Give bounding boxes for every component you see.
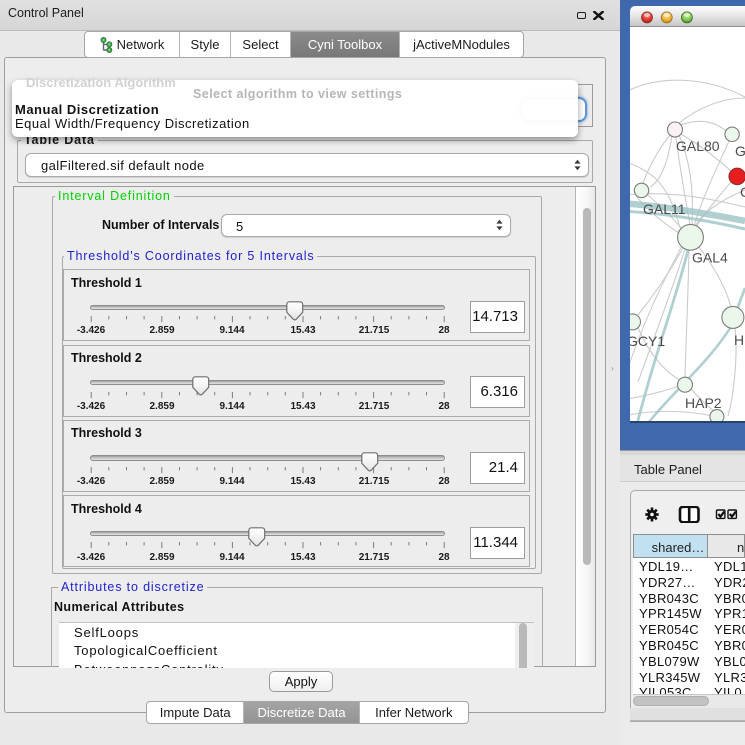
svg-text:HAP2: HAP2 [685, 395, 722, 411]
svg-text:GA: GA [735, 143, 745, 159]
svg-text:GCY1: GCY1 [630, 333, 665, 349]
svg-text:GAL80: GAL80 [676, 138, 720, 154]
svg-text:H: H [734, 332, 744, 348]
svg-text:C: C [740, 184, 745, 200]
svg-text:GAL11: GAL11 [643, 201, 686, 217]
svg-text:GAL4: GAL4 [692, 250, 728, 266]
